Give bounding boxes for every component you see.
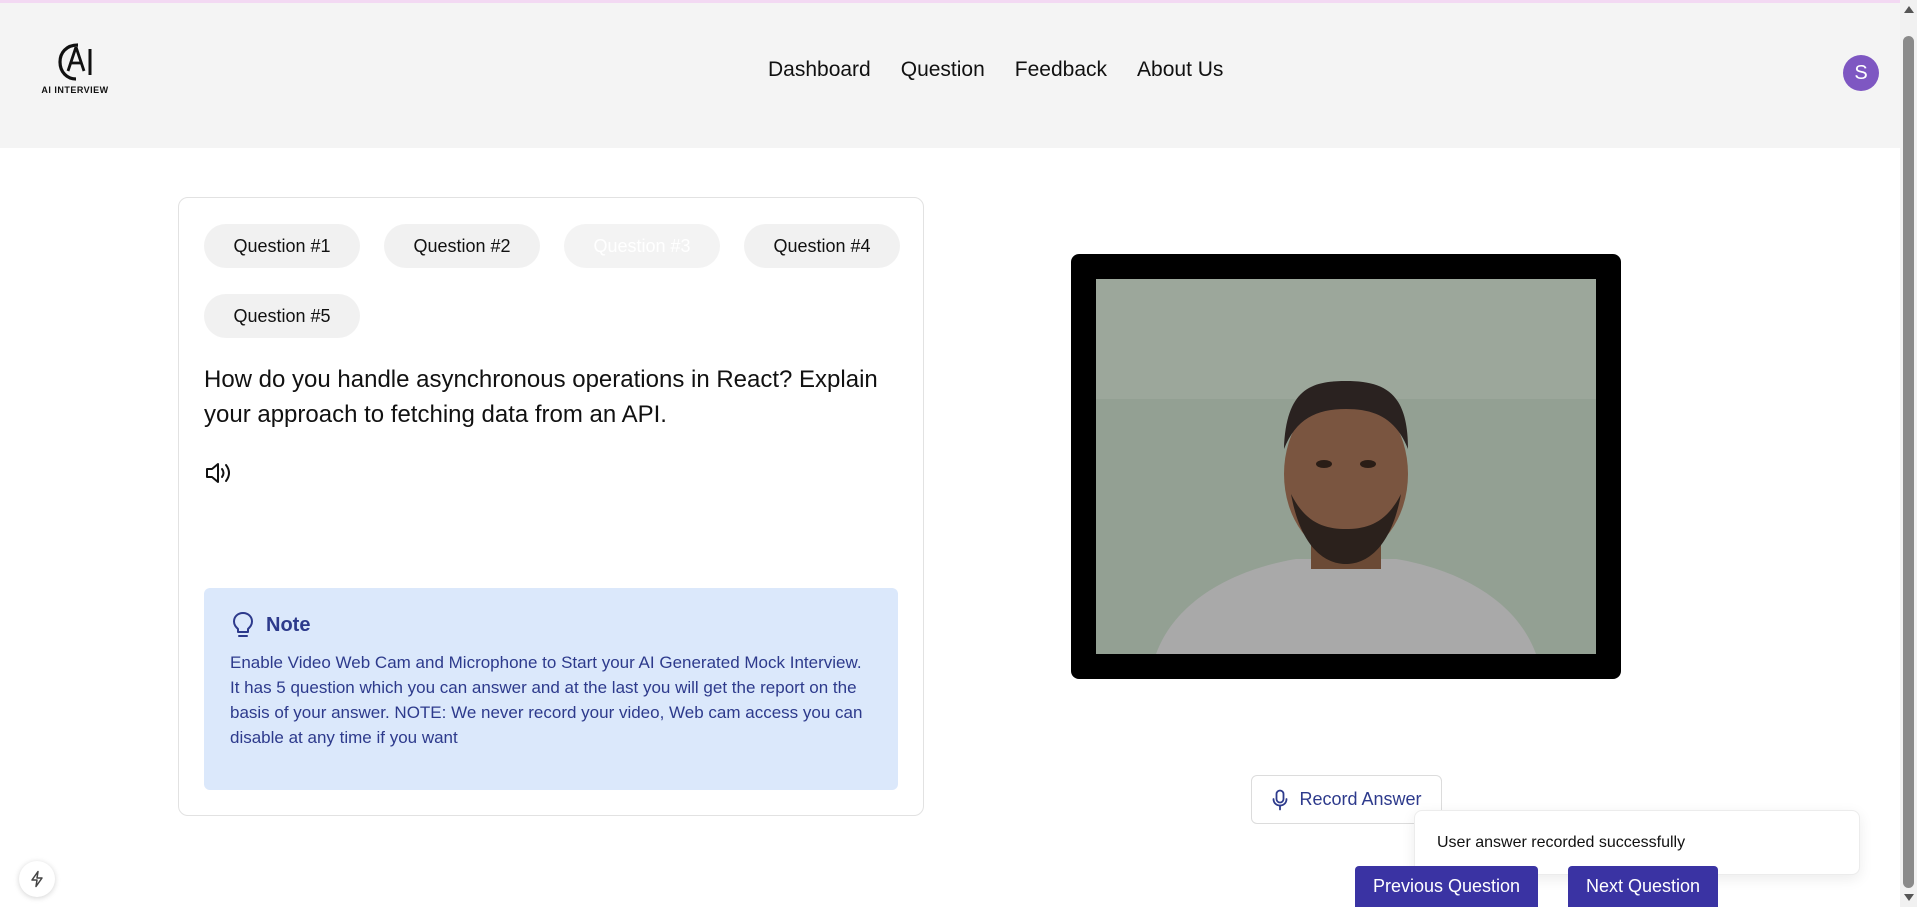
question-panel: Question #1 Question #2 Question #3 Ques… [178,197,924,816]
bolt-icon [31,870,43,888]
lightbulb-icon [233,612,253,637]
logo-text: AI INTERVIEW [41,85,109,95]
tab-question-2[interactable]: Question #2 [384,224,540,268]
bolt-button[interactable] [19,861,55,897]
question-text: How do you handle asynchronous operation… [204,366,878,428]
microphone-icon [1273,789,1288,810]
record-answer-label: Record Answer [1299,789,1422,809]
nav-dashboard[interactable]: Dashboard [768,58,871,82]
scroll-down-arrow-icon[interactable] [1904,894,1914,901]
webcam-feed [1096,279,1596,654]
tab-question-4[interactable]: Question #4 [744,224,900,268]
tab-question-1[interactable]: Question #1 [204,224,360,268]
app-header: AI INTERVIEW Dashboard Question Feedback… [0,3,1900,148]
tab-question-5[interactable]: Question #5 [204,294,360,338]
nav-about-us[interactable]: About Us [1137,58,1223,82]
webcam-frame [1071,254,1621,679]
user-avatar[interactable]: S [1843,55,1879,91]
volume-icon[interactable] [204,459,236,487]
nav-question[interactable]: Question [901,58,985,82]
tab-question-3[interactable]: Question #3 [564,224,720,268]
note-title: Note [266,613,311,636]
logo[interactable]: AI INTERVIEW [38,41,112,101]
note-box: Note Enable Video Web Cam and Microphone… [204,588,898,790]
note-header: Note [230,610,872,640]
note-body: Enable Video Web Cam and Microphone to S… [230,653,863,747]
webcam-person-image [1096,279,1596,654]
question-tabs: Question #1 Question #2 Question #3 Ques… [204,224,904,338]
previous-question-button[interactable]: Previous Question [1355,866,1538,907]
next-question-button[interactable]: Next Question [1568,866,1718,907]
main-nav: Dashboard Question Feedback About Us [768,58,1223,82]
vertical-scrollbar[interactable] [1900,0,1917,907]
scroll-up-arrow-icon[interactable] [1904,6,1914,13]
logo-icon [58,43,92,81]
scroll-thumb[interactable] [1903,36,1914,888]
nav-feedback[interactable]: Feedback [1015,58,1107,82]
toast-message: User answer recorded successfully [1437,833,1686,851]
